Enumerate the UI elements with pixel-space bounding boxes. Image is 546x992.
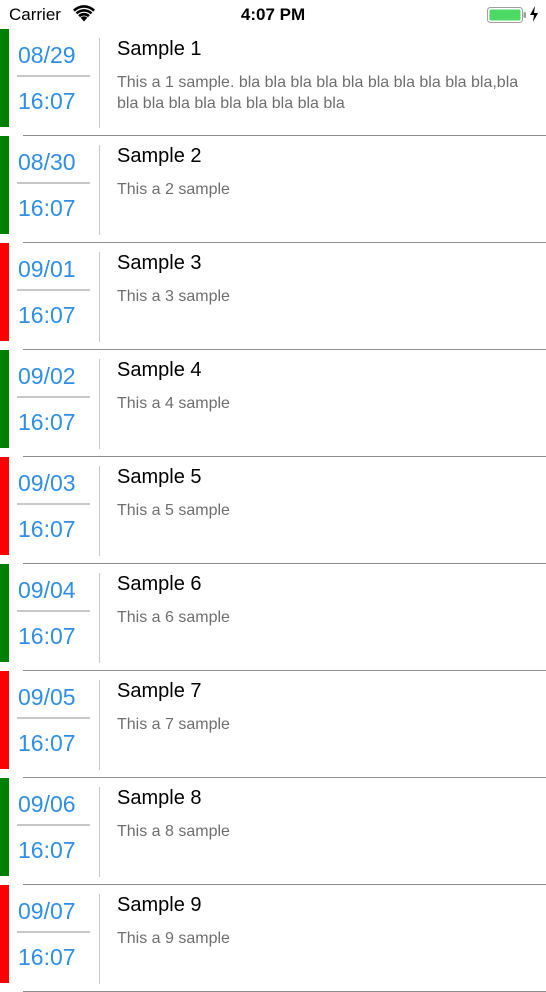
- status-color-bar: [0, 885, 9, 983]
- status-bar: Carrier 4:07 PM: [0, 0, 546, 30]
- item-time: 16:07: [18, 409, 76, 435]
- item-time: 16:07: [18, 88, 76, 114]
- date-time-separator: [17, 931, 90, 933]
- item-title: Sample 1: [117, 38, 202, 60]
- vertical-divider: [99, 466, 100, 556]
- item-date: 08/29: [18, 42, 76, 68]
- sample-list[interactable]: 08/29 16:07 Sample 1 This a 1 sample. bla b…: [0, 29, 546, 992]
- status-color-bar: [0, 29, 9, 127]
- list-item[interactable]: 09/07 16:07 Sample 9 This a 9 sample: [0, 885, 546, 992]
- vertical-divider: [99, 359, 100, 449]
- item-date: 09/02: [18, 363, 76, 389]
- item-description: This a 9 sample: [117, 930, 230, 947]
- item-time: 16:07: [18, 837, 76, 863]
- item-description: This a 4 sample: [117, 395, 230, 412]
- list-item[interactable]: 08/30 16:07 Sample 2 This a 2 sample: [0, 136, 546, 243]
- date-time-separator: [17, 717, 90, 719]
- date-time-separator: [17, 824, 90, 826]
- item-date: 09/01: [18, 256, 76, 282]
- status-color-bar: [0, 457, 9, 555]
- item-date: 09/07: [18, 898, 76, 924]
- status-color-bar: [0, 671, 9, 769]
- clock: 4:07 PM: [240, 5, 306, 24]
- list-item[interactable]: 09/05 16:07 Sample 7 This a 7 sample: [0, 671, 546, 778]
- status-color-bar: [0, 778, 9, 876]
- item-description: This a 5 sample: [117, 502, 230, 519]
- item-date: 08/30: [18, 149, 76, 175]
- vertical-divider: [99, 38, 100, 128]
- item-title: Sample 3: [117, 252, 202, 274]
- date-time-separator: [17, 610, 90, 612]
- item-description: This a 7 sample: [117, 716, 230, 733]
- list-item[interactable]: 09/03 16:07 Sample 5 This a 5 sample: [0, 457, 546, 564]
- battery-icon: [487, 7, 526, 23]
- item-title: Sample 6: [117, 573, 202, 595]
- vertical-divider: [99, 252, 100, 342]
- item-description: This a 1 sample. bla bla bla bla bla bla…: [117, 74, 519, 112]
- status-color-bar: [0, 136, 9, 234]
- list-item[interactable]: 09/01 16:07 Sample 3 This a 3 sample: [0, 243, 546, 350]
- item-description: This a 8 sample: [117, 823, 230, 840]
- item-time: 16:07: [18, 302, 76, 328]
- date-time-separator: [17, 182, 90, 184]
- date-time-separator: [17, 289, 90, 291]
- item-date: 09/05: [18, 684, 76, 710]
- item-title: Sample 2: [117, 145, 202, 167]
- vertical-divider: [99, 145, 100, 235]
- item-title: Sample 5: [117, 466, 202, 488]
- item-time: 16:07: [18, 730, 76, 756]
- list-item[interactable]: 08/29 16:07 Sample 1 This a 1 sample. bla b…: [0, 29, 546, 136]
- item-title: Sample 4: [117, 359, 202, 381]
- date-time-separator: [17, 75, 90, 77]
- vertical-divider: [99, 787, 100, 877]
- item-date: 09/03: [18, 470, 76, 496]
- item-time: 16:07: [18, 623, 76, 649]
- vertical-divider: [99, 680, 100, 770]
- item-date: 09/06: [18, 791, 76, 817]
- list-item[interactable]: 09/04 16:07 Sample 6 This a 6 sample: [0, 564, 546, 671]
- date-time-separator: [17, 396, 90, 398]
- item-time: 16:07: [18, 516, 76, 542]
- item-time: 16:07: [18, 944, 76, 970]
- item-title: Sample 8: [117, 787, 202, 809]
- status-color-bar: [0, 243, 9, 341]
- item-title: Sample 7: [117, 680, 202, 702]
- item-time: 16:07: [18, 195, 76, 221]
- status-color-bar: [0, 350, 9, 448]
- charging-bolt-icon: [530, 6, 538, 22]
- list-item[interactable]: 09/02 16:07 Sample 4 This a 4 sample: [0, 350, 546, 457]
- item-title: Sample 9: [117, 894, 202, 916]
- status-color-bar: [0, 564, 9, 662]
- item-description: This a 2 sample: [117, 181, 230, 198]
- list-item[interactable]: 09/06 16:07 Sample 8 This a 8 sample: [0, 778, 546, 885]
- vertical-divider: [99, 573, 100, 663]
- item-description: This a 6 sample: [117, 609, 230, 626]
- item-date: 09/04: [18, 577, 76, 603]
- date-time-separator: [17, 503, 90, 505]
- item-description: This a 3 sample: [117, 288, 230, 305]
